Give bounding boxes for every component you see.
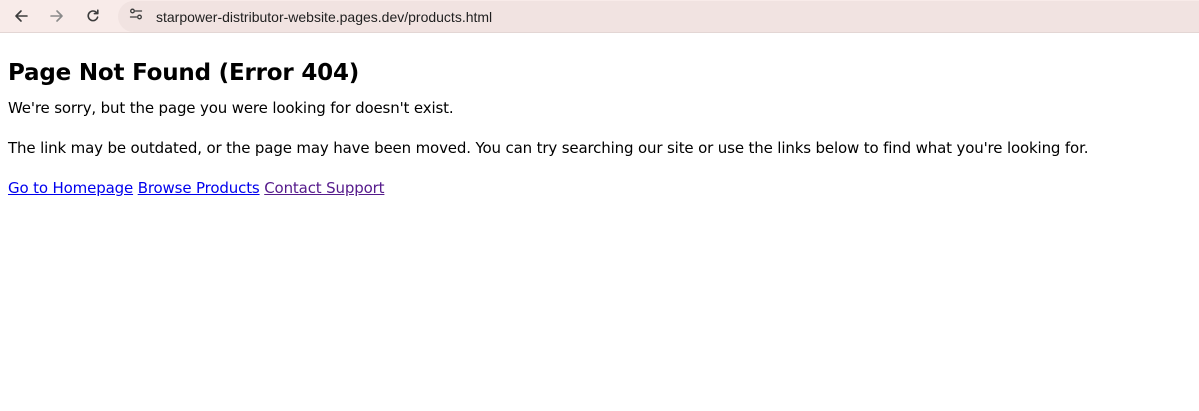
page-title: Page Not Found (Error 404) (8, 60, 360, 86)
homepage-link[interactable]: Go to Homepage (8, 179, 133, 197)
reload-button[interactable] (79, 2, 107, 30)
help-text: The link may be outdated, or the page ma… (8, 139, 1089, 157)
url-text[interactable]: starpower-distributor-website.pages.dev/… (156, 9, 492, 25)
reload-icon (85, 8, 101, 24)
arrow-left-icon (13, 8, 29, 24)
apology-text: We're sorry, but the page you were looki… (8, 99, 454, 117)
browser-toolbar: starpower-distributor-website.pages.dev/… (0, 0, 1199, 33)
arrow-right-icon (49, 8, 65, 24)
back-button[interactable] (7, 2, 35, 30)
browse-products-link[interactable]: Browse Products (138, 179, 260, 197)
site-info-button[interactable] (124, 5, 148, 29)
contact-support-link[interactable]: Contact Support (264, 179, 384, 197)
address-bar[interactable]: starpower-distributor-website.pages.dev/… (118, 1, 1199, 32)
page-content: Page Not Found (Error 404) We're sorry, … (0, 58, 1199, 198)
tune-icon (128, 6, 144, 27)
forward-button[interactable] (43, 2, 71, 30)
help-links: Go to Homepage Browse Products Contact S… (8, 178, 1191, 198)
